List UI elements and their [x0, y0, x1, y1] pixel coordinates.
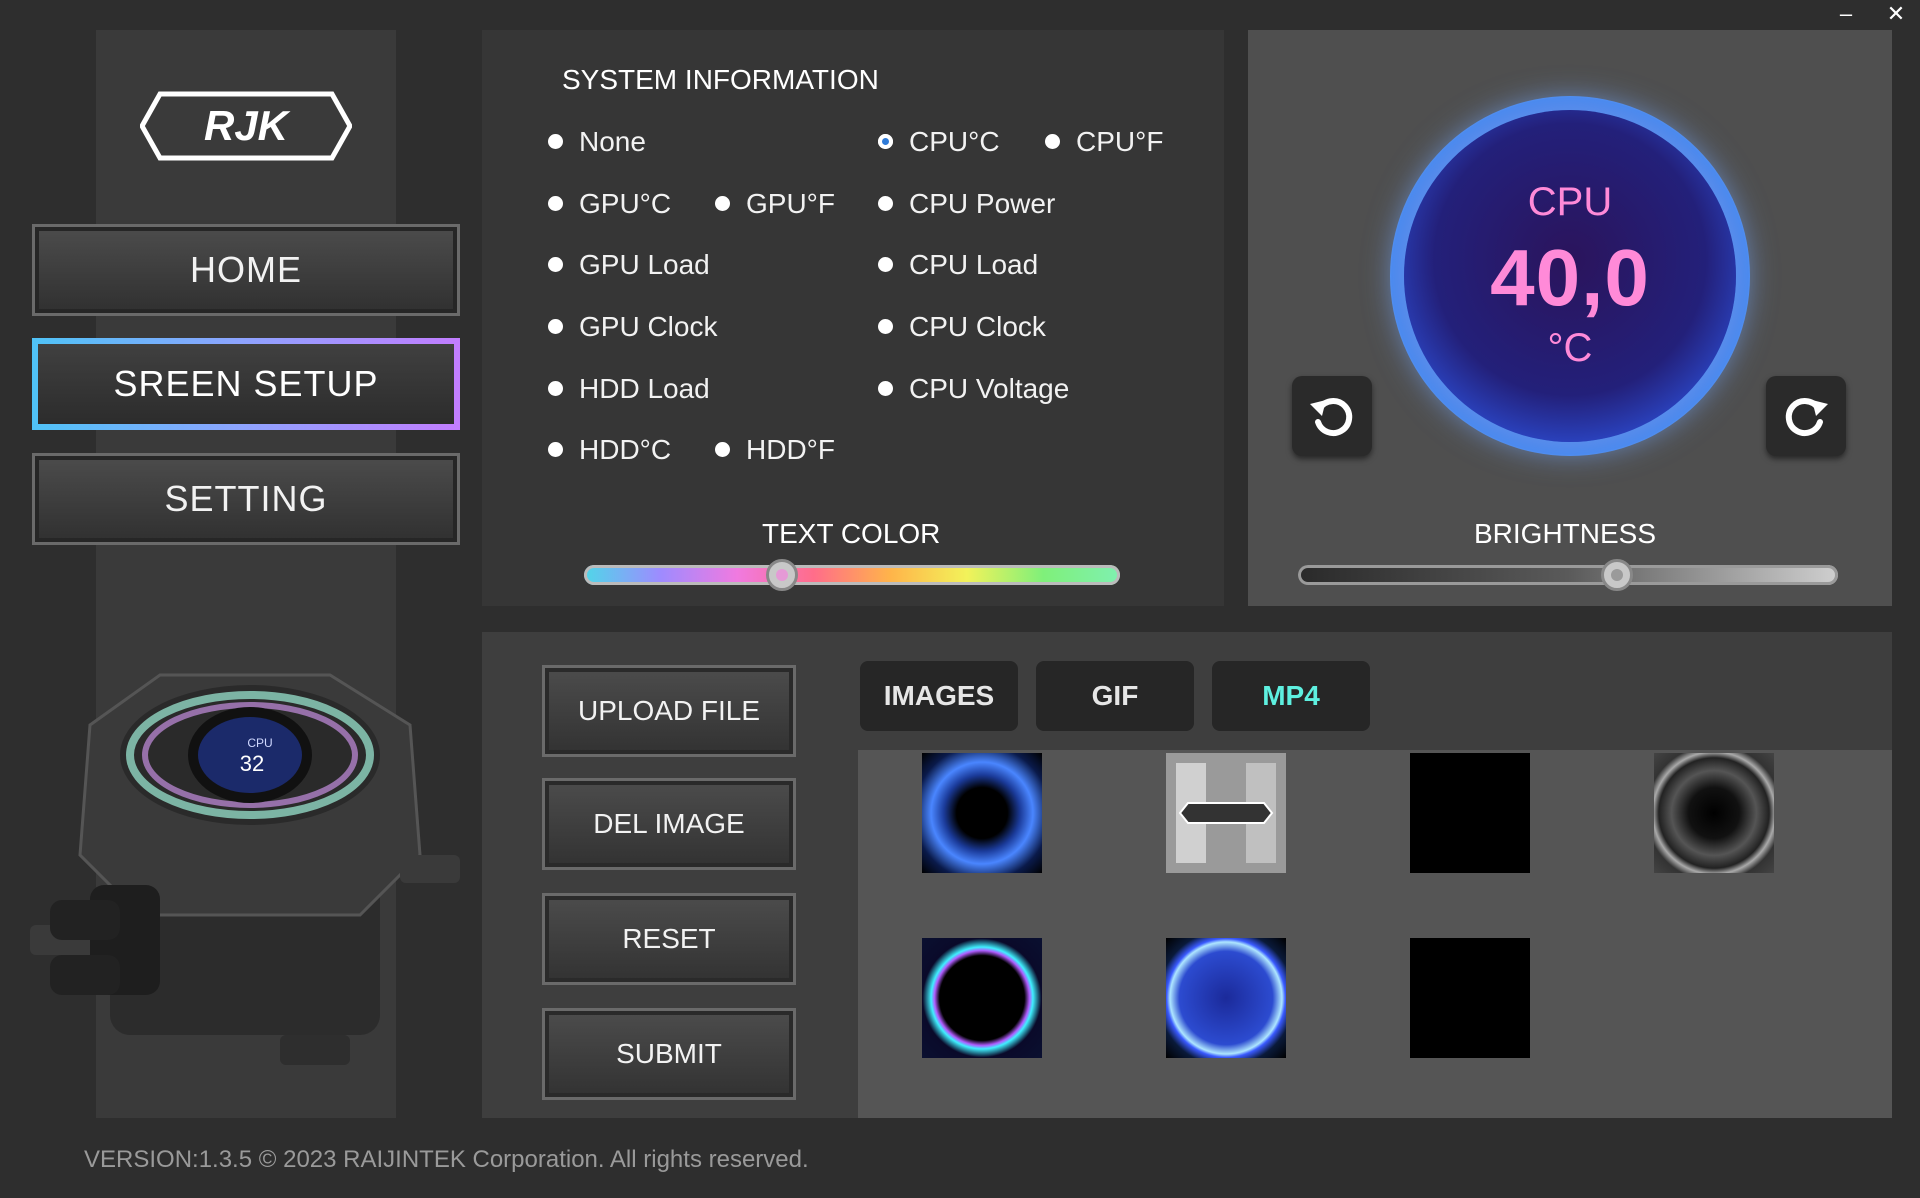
- thumbnail-blue-eye[interactable]: [922, 753, 1042, 873]
- option-hdd-f[interactable]: HDD°F: [715, 433, 835, 467]
- nav-home-button[interactable]: HOME: [32, 224, 460, 316]
- option-cpu-c[interactable]: CPU°C: [878, 125, 1000, 159]
- submit-button[interactable]: SUBMIT: [542, 1008, 796, 1100]
- option-none[interactable]: None: [548, 125, 646, 159]
- option-label: CPU°C: [909, 126, 1000, 157]
- radio-icon: [548, 134, 563, 150]
- option-cpu-voltage[interactable]: CPU Voltage: [878, 372, 1069, 406]
- option-label: CPU°F: [1076, 126, 1164, 157]
- delete-image-button[interactable]: DEL IMAGE: [542, 778, 796, 870]
- radio-icon: [878, 319, 893, 335]
- thumbnail-rjk-logo[interactable]: [1166, 753, 1286, 873]
- option-label: None: [579, 126, 646, 157]
- option-label: GPU°F: [746, 188, 835, 219]
- option-gpu-clock[interactable]: GPU Clock: [548, 310, 717, 344]
- system-information-title: SYSTEM INFORMATION: [562, 64, 879, 95]
- brightness-slider[interactable]: [1298, 565, 1838, 585]
- option-cpu-f[interactable]: CPU°F: [1045, 125, 1163, 159]
- close-button[interactable]: ✕: [1876, 0, 1916, 30]
- option-label: GPU°C: [579, 188, 672, 219]
- preview-metric-label: CPU: [1527, 180, 1613, 224]
- radio-icon: [715, 196, 730, 212]
- thumbnail-neon-ring[interactable]: [922, 938, 1042, 1058]
- thumbnail-black-2[interactable]: [1410, 938, 1530, 1058]
- radio-icon: [548, 381, 563, 397]
- pump-cooler-illustration: CPU 32: [30, 655, 470, 1085]
- minimize-button[interactable]: –: [1826, 0, 1866, 30]
- svg-text:RJK: RJK: [204, 102, 291, 149]
- svg-text:CPU: CPU: [247, 736, 272, 750]
- radio-icon: [715, 442, 730, 458]
- reset-button[interactable]: RESET: [542, 893, 796, 985]
- rotate-left-icon: [1310, 398, 1353, 437]
- option-label: HDD Load: [579, 373, 710, 404]
- preview-unit: °C: [1547, 326, 1593, 370]
- option-label: CPU Clock: [909, 311, 1046, 342]
- option-hdd-load[interactable]: HDD Load: [548, 372, 710, 406]
- brightness-slider-handle[interactable]: [1600, 559, 1633, 591]
- option-gpu-f[interactable]: GPU°F: [715, 187, 835, 221]
- radio-icon: [548, 319, 563, 335]
- rotate-right-button[interactable]: [1766, 376, 1846, 456]
- option-cpu-clock[interactable]: CPU Clock: [878, 310, 1046, 344]
- option-cpu-power[interactable]: CPU Power: [878, 187, 1055, 221]
- option-label: CPU Power: [909, 188, 1056, 219]
- nav-setting-button[interactable]: SETTING: [32, 453, 460, 545]
- radio-icon: [878, 257, 893, 273]
- tab-images[interactable]: IMAGES: [860, 661, 1018, 731]
- radio-selected-icon: [878, 134, 893, 150]
- option-label: GPU Load: [579, 249, 710, 280]
- nav-screen-setup-button[interactable]: SREEN SETUP: [32, 338, 460, 430]
- brightness-label: BRIGHTNESS: [1474, 518, 1657, 549]
- radio-icon: [548, 196, 563, 212]
- tab-mp4[interactable]: MP4: [1212, 661, 1370, 731]
- rotate-right-icon: [1785, 398, 1828, 437]
- option-label: GPU Clock: [579, 311, 718, 342]
- option-hdd-c[interactable]: HDD°C: [548, 433, 671, 467]
- rotate-left-button[interactable]: [1292, 376, 1372, 456]
- radio-icon: [878, 196, 893, 212]
- radio-icon: [878, 381, 893, 397]
- option-label: CPU Load: [909, 249, 1039, 280]
- option-label: CPU Voltage: [909, 373, 1070, 404]
- footer-copyright: VERSION:1.3.5 © 2023 RAIJINTEK Corporati…: [84, 1146, 809, 1173]
- option-cpu-load[interactable]: CPU Load: [878, 248, 1038, 282]
- text-color-slider[interactable]: [584, 565, 1120, 585]
- thumbnail-fan[interactable]: [1654, 753, 1774, 873]
- rjk-logo: RJK: [139, 90, 353, 162]
- preview-value: 40,0: [1490, 233, 1650, 322]
- text-color-label: TEXT COLOR: [762, 518, 941, 549]
- radio-icon: [1045, 134, 1060, 150]
- svg-text:32: 32: [240, 751, 264, 776]
- radio-icon: [548, 442, 563, 458]
- option-gpu-load[interactable]: GPU Load: [548, 248, 710, 282]
- upload-file-button[interactable]: UPLOAD FILE: [542, 665, 796, 757]
- option-label: HDD°C: [579, 434, 672, 465]
- thumbnail-black-1[interactable]: [1410, 753, 1530, 873]
- option-gpu-c[interactable]: GPU°C: [548, 187, 671, 221]
- tab-gif[interactable]: GIF: [1036, 661, 1194, 731]
- thumbnail-blue-orb[interactable]: [1166, 938, 1286, 1058]
- radio-icon: [548, 257, 563, 273]
- option-label: HDD°F: [746, 434, 835, 465]
